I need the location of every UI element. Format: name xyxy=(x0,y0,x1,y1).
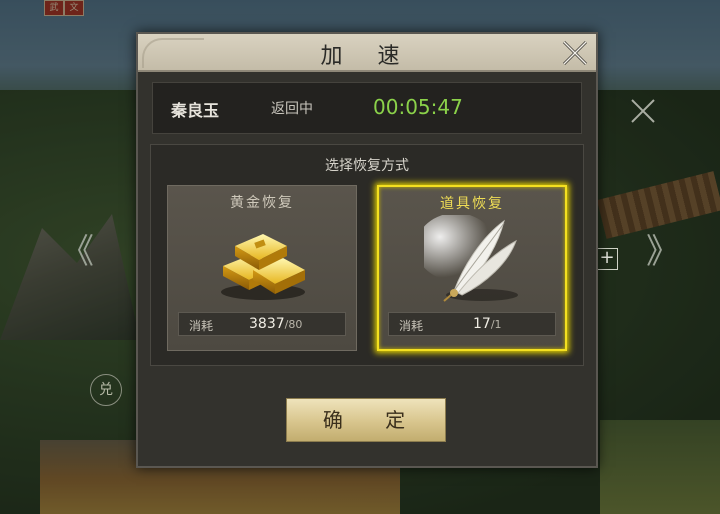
background-close-icon[interactable] xyxy=(628,96,658,126)
dialog-title: 加 速 xyxy=(320,44,414,69)
feather-icon xyxy=(424,215,518,302)
hero-name: 秦良玉 xyxy=(171,101,220,120)
next-arrow-icon[interactable]: 》 xyxy=(646,224,680,273)
countdown-timer: 00:05:47 xyxy=(373,95,463,119)
gold-ingot-icon xyxy=(221,234,305,300)
cost-bar: 消耗 3837/80 xyxy=(178,312,346,336)
gold-required: /80 xyxy=(284,318,303,331)
close-icon[interactable] xyxy=(558,36,592,70)
cost-label: 消耗 xyxy=(399,319,424,333)
march-status: 返回中 xyxy=(271,101,313,117)
cost-label: 消耗 xyxy=(189,319,214,333)
cost-value: 17/1 xyxy=(473,316,502,332)
gold-recovery-option[interactable]: 黄金恢复 消耗 3837/80 xyxy=(167,185,357,351)
confirm-button[interactable]: 确 定 xyxy=(286,398,446,442)
cost-bar: 消耗 17/1 xyxy=(388,312,556,336)
item-required: /1 xyxy=(490,318,502,331)
cost-value: 3837/80 xyxy=(249,316,302,332)
recovery-options-panel: 选择恢复方式 黄金恢复 消耗 3837/80 道具恢复 消耗 17/1 xyxy=(150,144,584,366)
dialog-titlebar: 加 速 xyxy=(138,34,596,72)
hero-status-panel: 秦良玉 返回中 00:05:47 xyxy=(152,82,582,134)
prev-arrow-icon[interactable]: 《 xyxy=(60,224,94,273)
options-heading: 选择恢复方式 xyxy=(325,158,409,174)
item-recovery-option[interactable]: 道具恢复 消耗 17/1 xyxy=(377,185,567,351)
plus-icon[interactable]: + xyxy=(596,248,618,270)
circle-badge[interactable]: 兑 xyxy=(90,374,122,406)
option-label: 道具恢复 xyxy=(440,196,504,212)
speedup-dialog: 加 速 秦良玉 返回中 00:05:47 选择恢复方式 黄金恢复 消耗 3837… xyxy=(136,32,598,468)
item-owned: 17 xyxy=(473,316,491,332)
option-label: 黄金恢复 xyxy=(230,195,294,211)
gold-owned: 3837 xyxy=(249,316,285,332)
